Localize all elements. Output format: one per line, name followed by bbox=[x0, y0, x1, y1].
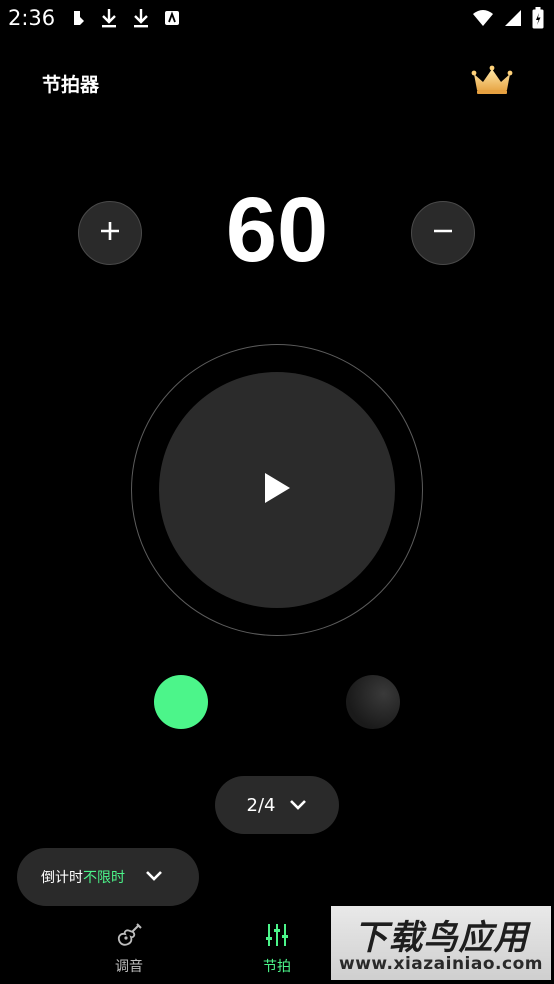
guitar-icon bbox=[116, 923, 142, 952]
watermark-url: www.xiazainiao.com bbox=[339, 954, 543, 974]
signal-icon bbox=[504, 9, 522, 31]
countdown-value: 不限时 bbox=[83, 870, 125, 886]
crown-icon[interactable] bbox=[470, 64, 514, 96]
time-signature-value: 2/4 bbox=[246, 794, 276, 816]
increase-tempo-button[interactable] bbox=[78, 201, 142, 265]
time-signature-selector[interactable]: 2/4 bbox=[215, 776, 339, 834]
tab-tuner[interactable]: 调音 bbox=[89, 922, 169, 976]
play-icon bbox=[262, 471, 292, 509]
minus-icon bbox=[431, 219, 455, 247]
sliders-icon bbox=[264, 924, 290, 952]
beat-indicator-1 bbox=[154, 675, 208, 729]
wifi-icon bbox=[472, 9, 494, 31]
notification-icon bbox=[70, 9, 86, 31]
status-notification-icons bbox=[70, 8, 180, 32]
chevron-down-icon bbox=[145, 867, 163, 886]
status-system-icons bbox=[472, 7, 544, 33]
tab-tuner-label: 调音 bbox=[115, 959, 143, 975]
countdown-selector[interactable]: 倒计时 不限时 bbox=[17, 848, 199, 906]
plus-icon bbox=[98, 219, 122, 247]
status-time: 2:36 bbox=[8, 6, 56, 30]
app-icon bbox=[164, 10, 180, 30]
watermark-title: 下载鸟应用 bbox=[353, 918, 529, 958]
status-bar: 2:36 bbox=[0, 0, 554, 38]
download-icon bbox=[100, 8, 118, 32]
decrease-tempo-button[interactable] bbox=[411, 201, 475, 265]
play-button[interactable] bbox=[159, 372, 395, 608]
page-title: 节拍器 bbox=[42, 74, 100, 96]
chevron-down-icon bbox=[289, 796, 307, 815]
download-icon bbox=[132, 8, 150, 32]
battery-icon bbox=[532, 7, 544, 33]
countdown-label: 倒计时 bbox=[41, 870, 83, 886]
tempo-value: 60 bbox=[225, 179, 329, 281]
tab-metronome[interactable]: 节拍 bbox=[237, 922, 317, 976]
metronome-screen: 2:36 节拍器 60 2/4 倒计时 不限时 调音 节拍 下载鸟应用 www.… bbox=[0, 0, 554, 984]
watermark: 下载鸟应用 www.xiazainiao.com bbox=[331, 906, 551, 980]
beat-indicator-2 bbox=[346, 675, 400, 729]
tab-metronome-label: 节拍 bbox=[263, 959, 291, 975]
